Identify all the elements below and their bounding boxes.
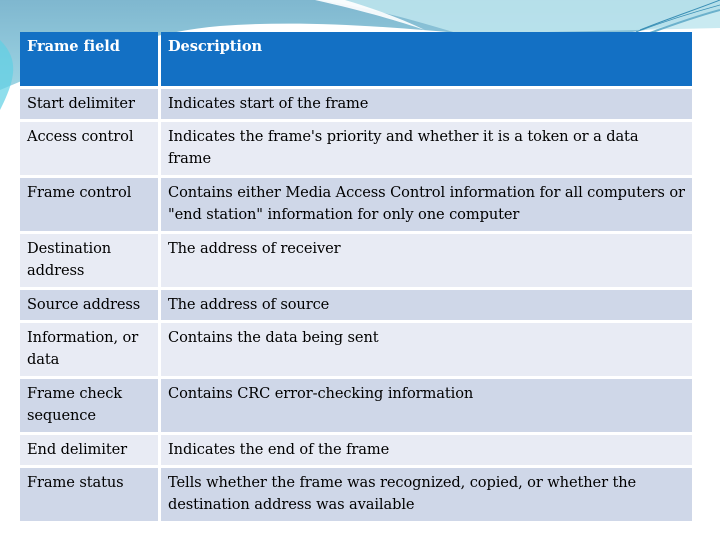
field-cell: Information, or data: [20, 323, 158, 376]
description-cell: Tells whether the frame was recognized, …: [161, 468, 692, 521]
table-row: Start delimiter Indicates start of the f…: [20, 89, 692, 119]
description-cell: Indicates start of the frame: [161, 89, 692, 119]
field-cell: Frame check sequence: [20, 379, 158, 432]
description-cell: Contains either Media Access Control inf…: [161, 178, 692, 231]
description-cell: The address of receiver: [161, 234, 692, 287]
description-cell: Indicates the end of the frame: [161, 435, 692, 465]
table-row: Access control Indicates the frame's pri…: [20, 122, 692, 175]
table-row: Frame check sequence Contains CRC error-…: [20, 379, 692, 432]
table-row: Destination address The address of recei…: [20, 234, 692, 287]
header-description: Description: [161, 32, 692, 86]
table-header-row: Frame field Description: [20, 32, 692, 86]
table-row: Frame status Tells whether the frame was…: [20, 468, 692, 521]
table-row: Source address The address of source: [20, 290, 692, 320]
field-cell: Destination address: [20, 234, 158, 287]
header-frame-field: Frame field: [20, 32, 158, 86]
table-row: Information, or data Contains the data b…: [20, 323, 692, 376]
table-row: Frame control Contains either Media Acce…: [20, 178, 692, 231]
field-cell: End delimiter: [20, 435, 158, 465]
description-cell: The address of source: [161, 290, 692, 320]
field-cell: Access control: [20, 122, 158, 175]
table-row: End delimiter Indicates the end of the f…: [20, 435, 692, 465]
field-cell: Source address: [20, 290, 158, 320]
field-cell: Frame control: [20, 178, 158, 231]
description-cell: Contains CRC error-checking information: [161, 379, 692, 432]
field-cell: Frame status: [20, 468, 158, 521]
description-cell: Indicates the frame's priority and wheth…: [161, 122, 692, 175]
field-cell: Start delimiter: [20, 89, 158, 119]
description-cell: Contains the data being sent: [161, 323, 692, 376]
frame-fields-table: Frame field Description Start delimiter …: [17, 29, 695, 524]
